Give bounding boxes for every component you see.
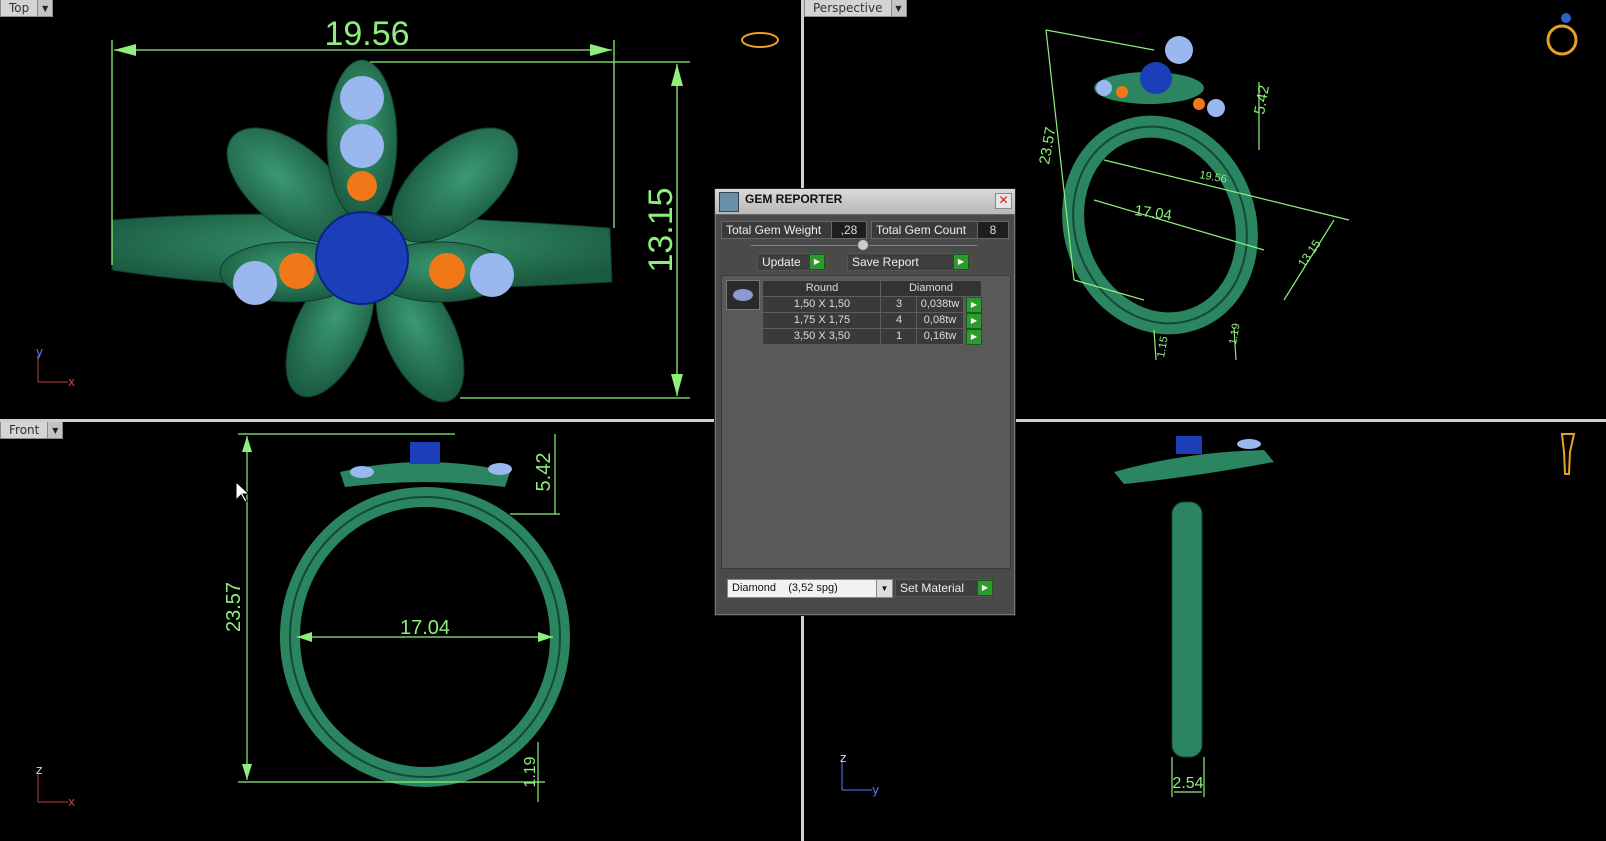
column-header-material: Diamond [880,280,982,297]
side-stone [1207,99,1225,117]
dim-height: 23.57 [1036,126,1059,166]
dim-height: 13.15 [642,187,680,272]
row-weight: 0,08tw [916,312,964,329]
viewport-title: Perspective [804,0,892,17]
axis-gizmo [37,774,68,803]
accent-stone [1116,86,1128,98]
ring-perspective-icon[interactable] [1546,24,1578,56]
side-stone [233,261,277,305]
center-stone [1140,62,1172,94]
flower-head [1114,450,1274,484]
ring-band [1062,115,1258,335]
gem-reporter-dialog: GEM REPORTER ✕ Total Gem Weight ,28 Tota… [714,188,1016,616]
gem-list-area[interactable]: Round Diamond 1,50 X 1,50 3 0,038tw 1,75… [721,275,1011,569]
save-report-label: Save Report [852,255,919,269]
side-stone [350,466,374,478]
row-count: 4 [880,312,918,329]
round-gem-icon [726,280,760,310]
dim-band: 1.19 [522,756,539,787]
viewport-label-top[interactable]: Top ▼ [0,0,54,17]
dim-top: 5.42 [533,453,555,492]
dim-width: 2.54 [1172,775,1203,792]
total-gem-count-label: Total Gem Count [871,221,981,239]
dialog-titlebar[interactable]: GEM REPORTER ✕ [715,189,1015,215]
axis-gizmo [37,355,68,383]
accent-stone [347,171,377,201]
viewport-title: Front [0,422,49,439]
axis-gizmo [841,762,872,791]
dim-depth: 13.15 [1295,237,1324,270]
row-size: 1,75 X 1,75 [762,312,882,329]
ring-top-icon[interactable] [741,32,779,48]
viewport-label-perspective[interactable]: Perspective ▼ [804,0,907,17]
update-label: Update [762,255,801,269]
row-weight: 0,16tw [916,328,964,345]
side-stone [1096,80,1112,96]
side-stone [340,124,384,168]
gem-reporter-icon [719,192,739,212]
dim-diameter: 17.04 [1133,202,1173,224]
save-arrow-icon[interactable]: ▶ [953,254,969,270]
dim-band: 1.19 [1227,322,1243,345]
ring-band [1171,501,1203,758]
side-stone [1237,439,1261,449]
total-gem-weight-value: ,28 [831,221,867,239]
chevron-down-icon[interactable]: ▼ [38,0,54,17]
row-size: 3,50 X 3,50 [762,328,882,345]
side-stone [340,76,384,120]
row-size: 1,50 X 1,50 [762,296,882,313]
viewport-front[interactable]: 23.57 17.04 5.42 1.19 z x Front ▼ [0,422,802,841]
side-stone [488,463,512,475]
viewport-top[interactable]: 19.56 13.15 y x Top ▼ [0,0,802,420]
material-select[interactable]: Diamond (3,52 spg) ▼ [727,579,893,598]
set-material-label: Set Material [900,581,965,595]
dim-width: 19.56 [324,15,409,53]
splitter-handle-icon[interactable] [857,239,869,251]
center-stone [410,442,440,464]
total-gem-count-value: 8 [977,221,1009,239]
row-count: 1 [880,328,918,345]
dim-top: 5.42 [1251,84,1273,116]
chevron-down-icon[interactable]: ▼ [48,422,64,439]
dim-height: 23.57 [223,582,245,632]
row-select-icon[interactable]: ▶ [966,297,982,313]
center-stone [1176,436,1202,454]
accent-stone [1193,98,1205,110]
accent-stone [429,253,465,289]
dim-diameter: 17.04 [400,617,450,639]
axis-x-label: x [68,795,75,809]
material-selected-value: Diamond (3,52 spg) [732,582,838,594]
row-weight: 0,038tw [916,296,964,313]
ring-side-icon[interactable] [1560,433,1576,475]
dim-band-2: 1.15 [1155,335,1171,358]
gem-icon [1561,13,1571,23]
viewport-label-front[interactable]: Front ▼ [0,422,64,439]
side-stone [1165,36,1193,64]
chevron-down-icon[interactable]: ▼ [891,0,907,17]
front-view-scene: 23.57 17.04 5.42 1.19 z x [36,433,570,809]
axis-x-label: x [68,375,75,389]
accent-stone [279,253,315,289]
dialog-title: GEM REPORTER [745,192,843,206]
total-gem-weight-label: Total Gem Weight [721,221,835,239]
row-count: 3 [880,296,918,313]
axis-y-label: y [872,783,879,797]
viewport-title: Top [0,0,39,17]
center-stone [315,211,409,305]
set-material-arrow-icon[interactable]: ▶ [977,580,993,596]
update-arrow-icon[interactable]: ▶ [809,254,825,270]
row-select-icon[interactable]: ▶ [966,329,982,345]
chevron-down-icon[interactable]: ▼ [876,580,892,597]
side-stone [470,253,514,297]
top-view-scene: 19.56 13.15 y x [36,15,779,403]
row-select-icon[interactable]: ▶ [966,313,982,329]
column-header-shape: Round [762,280,882,297]
axis-z-label: z [840,751,846,765]
axis-y-label: y [36,345,43,359]
close-icon[interactable]: ✕ [995,193,1012,209]
axis-z-label: z [36,763,42,777]
